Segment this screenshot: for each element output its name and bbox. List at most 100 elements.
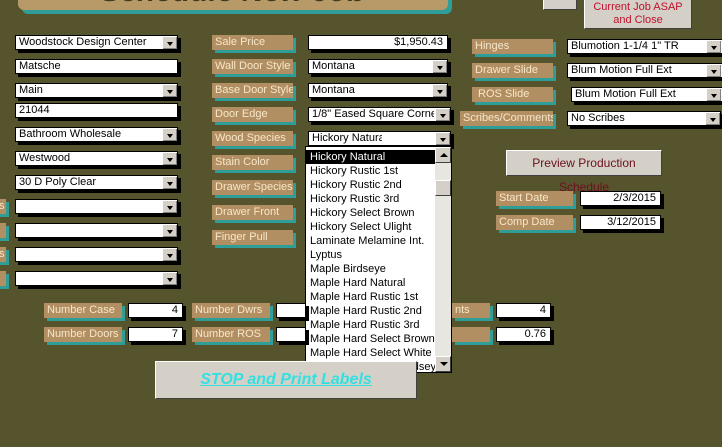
chevron-down-icon[interactable]	[162, 84, 177, 97]
chevron-down-icon[interactable]	[162, 152, 177, 165]
chevron-down-icon[interactable]	[706, 88, 721, 101]
units-value: 4	[539, 304, 546, 316]
street-value: Main	[19, 84, 43, 96]
dealer-combo[interactable]: Woodstock Design Center	[15, 35, 178, 50]
start-date-field[interactable]: 2/3/2015	[580, 191, 661, 206]
dropdown-option[interactable]: Hickory Rustic 3rd	[306, 192, 435, 206]
dropdown-option[interactable]: Hickory Select Brown	[306, 206, 435, 220]
base-door-style-label: Base Door Style	[212, 83, 293, 98]
dropdown-option[interactable]: Maple Hard Rustic 2nd	[306, 304, 435, 318]
zip-field[interactable]: 21044	[15, 103, 178, 118]
chevron-down-icon[interactable]	[435, 108, 450, 121]
dropdown-scrollbar[interactable]	[435, 147, 451, 372]
number-doors-label: Number Doors	[44, 327, 122, 342]
finish-combo[interactable]: 30 D Poly Clear	[15, 175, 178, 190]
number-doors-field[interactable]: 7	[128, 327, 183, 342]
chevron-down-icon[interactable]	[432, 84, 447, 97]
chevron-down-icon[interactable]	[162, 200, 177, 213]
comp-date-field[interactable]: 3/12/2015	[580, 215, 661, 230]
dropdown-option[interactable]: Hickory Rustic 2nd	[306, 178, 435, 192]
chevron-down-icon[interactable]	[435, 132, 450, 145]
wall-door-style-combo[interactable]: Montana	[308, 59, 448, 74]
cabinet-line-combo[interactable]: Westwood	[15, 151, 178, 166]
chevron-down-icon[interactable]	[432, 60, 447, 73]
number-dwrs-label: Number Dwrs	[192, 303, 270, 318]
dropdown-option[interactable]: Maple Hard Select White	[306, 346, 435, 360]
scroll-up-button[interactable]	[435, 147, 451, 163]
dropdown-option[interactable]: Maple Birdseye	[306, 262, 435, 276]
scroll-left-button[interactable]	[543, 0, 577, 10]
hinges-value: Blumotion 1-1/4 1" TR	[571, 40, 679, 52]
wood-species-label: Wood Species	[212, 131, 293, 146]
sale-price-value: $1,950.43	[394, 36, 443, 48]
chevron-down-icon[interactable]	[706, 40, 721, 53]
number-case-value: 4	[171, 304, 178, 316]
drawer-slide-value: Blum Motion Full Ext	[571, 64, 672, 76]
dropdown-option[interactable]: Maple Hard Select Brown	[306, 332, 435, 346]
customer-name-field[interactable]: Matsche	[15, 59, 178, 74]
current-job-asap-button[interactable]: Current Job ASAP and Close	[584, 0, 692, 29]
bottom-value-field[interactable]: 0.76	[496, 327, 551, 342]
supplier-value: Bathroom Wholesale	[19, 128, 122, 140]
dealer-value: Woodstock Design Center	[19, 36, 147, 48]
empty-combo-1[interactable]	[15, 199, 178, 214]
scribes-combo[interactable]: No Scribes	[567, 111, 721, 126]
zip-value: 21044	[19, 104, 50, 116]
scroll-down-button[interactable]	[435, 356, 451, 372]
chevron-down-icon[interactable]	[162, 176, 177, 189]
units-field[interactable]: 4	[496, 303, 551, 318]
drawer-slide-combo[interactable]: Blum Motion Full Ext	[567, 63, 722, 78]
stop-and-print-labels-button[interactable]: STOP and Print Labels	[155, 361, 417, 399]
empty-combo-2[interactable]	[15, 223, 178, 238]
drawer-slide-label: Drawer Slide	[472, 63, 553, 78]
number-dwrs-field[interactable]	[276, 303, 306, 318]
number-case-field[interactable]: 4	[128, 303, 183, 318]
dropdown-option[interactable]: Hickory Rustic 1st	[306, 164, 435, 178]
cabinet-line-value: Westwood	[19, 152, 71, 164]
left-edge-label-1: s	[0, 199, 6, 214]
chevron-down-icon[interactable]	[162, 224, 177, 237]
dropdown-option[interactable]: Hickory Select Ulight	[306, 220, 435, 234]
dropdown-option[interactable]: Maple Hard Rustic 1st	[306, 290, 435, 304]
chevron-down-icon[interactable]	[706, 64, 721, 77]
dropdown-option[interactable]: Laminate Melamine Int.	[306, 234, 435, 248]
street-combo[interactable]: Main	[15, 83, 178, 98]
chevron-down-icon[interactable]	[162, 36, 177, 49]
hinges-combo[interactable]: Blumotion 1-1/4 1" TR	[567, 39, 722, 54]
dropdown-option[interactable]: Maple Hard Rustic 3rd	[306, 318, 435, 332]
bottom-value: 0.76	[524, 328, 546, 340]
number-ros-label: Number ROS	[192, 327, 270, 342]
base-door-style-combo[interactable]: Montana	[308, 83, 448, 98]
hinges-label: Hinges	[472, 39, 553, 54]
empty-combo-4[interactable]	[15, 271, 178, 286]
chevron-down-icon[interactable]	[705, 112, 720, 125]
wood-species-dropdown-list[interactable]: Hickory Natural Hickory Rustic 1st Hickory…	[305, 146, 452, 373]
left-edge-label-3: s	[0, 247, 6, 262]
drawer-species-label: Drawer Species	[212, 180, 293, 195]
left-edge-label-2	[0, 223, 6, 238]
supplier-combo[interactable]: Bathroom Wholesale	[15, 127, 178, 142]
ros-slide-combo[interactable]: Blum Motion Full Ext	[571, 87, 722, 102]
wall-door-style-label: Wall Door Style	[212, 59, 293, 74]
dropdown-items: Hickory Natural Hickory Rustic 1st Hickory…	[306, 150, 451, 372]
sale-price-field[interactable]: $1,950.43	[308, 35, 448, 50]
wood-species-combo[interactable]: Hickory Natural	[308, 131, 451, 146]
finish-value: 30 D Poly Clear	[19, 176, 97, 188]
number-ros-field[interactable]	[276, 327, 306, 342]
dropdown-option[interactable]: Maple Hard Natural	[306, 276, 435, 290]
scribes-value: No Scribes	[571, 112, 625, 124]
chevron-down-icon[interactable]	[162, 248, 177, 261]
door-edge-combo[interactable]: 1/8" Eased Square Corne	[308, 107, 451, 122]
preview-production-schedule-button[interactable]: Preview Production Schedule	[506, 150, 662, 194]
number-case-label: Number Case	[44, 303, 122, 318]
page-banner: Schedule New Job	[18, 0, 448, 10]
start-date-label: Start Date	[496, 191, 573, 206]
chevron-down-icon[interactable]	[162, 272, 177, 285]
empty-combo-3[interactable]	[15, 247, 178, 262]
scroll-thumb[interactable]	[435, 180, 451, 196]
chevron-down-icon[interactable]	[162, 128, 177, 141]
bottom-label	[452, 327, 490, 342]
dropdown-option[interactable]: Hickory Natural	[306, 150, 435, 164]
units-label: nts	[452, 303, 490, 318]
dropdown-option[interactable]: Lyptus	[306, 248, 435, 262]
